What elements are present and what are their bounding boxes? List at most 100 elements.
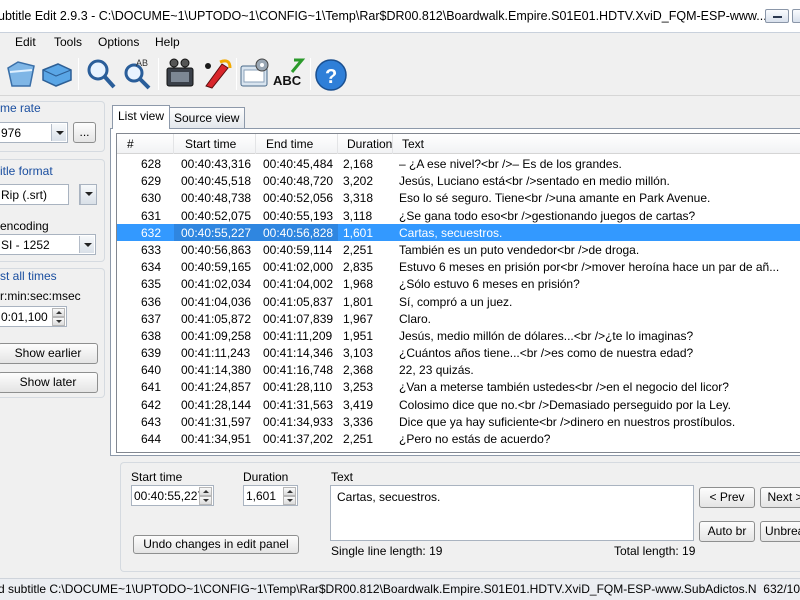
column-number[interactable]: # bbox=[117, 134, 174, 154]
minimize-button[interactable] bbox=[765, 9, 789, 23]
table-row[interactable]: 638 00:41:09,258 00:41:11,209 1,951 Jesús, m… bbox=[117, 327, 800, 344]
total-length: Total length: 19 bbox=[614, 544, 696, 558]
cell-number: 637 bbox=[141, 311, 162, 326]
cell-start-time: 00:41:34,951 bbox=[181, 432, 252, 446]
cell-start-time: 00:40:48,738 bbox=[181, 191, 252, 206]
cell-duration: 3,253 bbox=[343, 380, 374, 395]
cell-start-time: 00:41:28,144 bbox=[181, 397, 252, 412]
cell-number: 643 bbox=[141, 414, 162, 429]
spin-up-button[interactable] bbox=[199, 487, 212, 496]
cell-text: Eso lo sé seguro. Tiene<br />una amante … bbox=[399, 191, 711, 206]
cell-start-time: 00:41:02,034 bbox=[181, 277, 252, 292]
subtitle-list[interactable]: # Start time End time Duration Text 628 0… bbox=[116, 133, 800, 453]
column-text[interactable]: Text bbox=[393, 134, 800, 154]
cell-end-time: 00:41:04,002 bbox=[263, 277, 334, 292]
spin-up-button[interactable] bbox=[52, 308, 65, 317]
subtitle-text-input[interactable]: Cartas, secuestros. bbox=[330, 485, 694, 541]
tab-source-view[interactable]: Source view bbox=[168, 107, 246, 128]
prev-button[interactable]: < Prev bbox=[699, 487, 755, 508]
spell-check-button[interactable]: ABC bbox=[272, 56, 306, 92]
table-row[interactable]: 633 00:40:56,863 00:40:59,114 2,251 También … bbox=[117, 241, 800, 258]
tab-list-view[interactable]: List view bbox=[112, 105, 171, 129]
menu-edit[interactable]: Edit bbox=[15, 35, 36, 49]
table-row[interactable]: 629 00:40:45,518 00:40:48,720 3,202 Jesús, L… bbox=[117, 172, 800, 189]
open-button[interactable] bbox=[4, 56, 38, 92]
cell-end-time: 00:40:56,828 bbox=[263, 225, 334, 240]
visual-sync-icon bbox=[166, 58, 194, 87]
cell-end-time: 00:40:55,193 bbox=[263, 208, 334, 223]
cell-end-time: 00:41:31,563 bbox=[263, 397, 334, 412]
spin-up-button[interactable] bbox=[283, 487, 296, 496]
table-row[interactable]: 637 00:41:05,872 00:41:07,839 1,967 Claro. bbox=[117, 310, 800, 327]
left-panel: me rate 976 ... itle format Rip (.srt) e… bbox=[0, 96, 107, 578]
table-row[interactable]: 643 00:41:31,597 00:41:34,933 3,336 Dice que… bbox=[117, 413, 800, 430]
table-row[interactable]: 640 00:41:14,380 00:41:16,748 2,368 22, 23 q… bbox=[117, 361, 800, 378]
show-earlier-button[interactable]: Show earlier bbox=[0, 343, 98, 364]
settings-button[interactable] bbox=[238, 56, 272, 92]
help-button[interactable]: ? bbox=[314, 56, 348, 92]
cell-text: Claro. bbox=[399, 311, 432, 326]
column-end-time[interactable]: End time bbox=[256, 134, 338, 154]
column-start-time[interactable]: Start time bbox=[174, 134, 256, 154]
cell-duration: 2,835 bbox=[343, 260, 374, 275]
fix-common-errors-button[interactable] bbox=[200, 56, 234, 92]
table-row[interactable]: 632 00:40:55,227 00:40:56,828 1,601 Cartas, … bbox=[117, 223, 800, 241]
cell-end-time: 00:41:16,748 bbox=[263, 363, 334, 378]
maximize-button[interactable] bbox=[792, 9, 800, 23]
duration-value: 1,601 bbox=[246, 489, 277, 503]
table-row[interactable]: 628 00:40:43,316 00:40:45,484 2,168 – ¿A ese… bbox=[117, 155, 800, 172]
start-time-input[interactable]: 00:40:55,227 bbox=[131, 485, 214, 506]
cell-text: Dice que ya hay suficiente<br />dinero e… bbox=[399, 414, 736, 429]
frame-rate-select[interactable]: 976 bbox=[0, 122, 68, 143]
spin-down-button[interactable] bbox=[283, 496, 296, 505]
save-button[interactable] bbox=[40, 56, 74, 92]
cell-duration: 2,168 bbox=[343, 157, 374, 171]
table-row[interactable]: 635 00:41:02,034 00:41:04,002 1,968 ¿Sólo es… bbox=[117, 275, 800, 292]
adjust-time-spinner[interactable]: 0:01,100 bbox=[0, 306, 67, 327]
table-row[interactable]: 631 00:40:52,075 00:40:55,193 3,118 ¿Se gana… bbox=[117, 207, 800, 224]
auto-br-button[interactable]: Auto br bbox=[699, 521, 755, 542]
cell-start-time: 00:41:04,036 bbox=[181, 294, 252, 309]
table-row[interactable]: 642 00:41:28,144 00:41:31,563 3,419 Colosimo… bbox=[117, 396, 800, 413]
menu-options[interactable]: Options bbox=[98, 35, 139, 49]
subtitle-format-select[interactable]: Rip (.srt) bbox=[0, 184, 69, 205]
table-row[interactable]: 636 00:41:04,036 00:41:05,837 1,801 Sí, comp… bbox=[117, 293, 800, 310]
cell-duration: 1,967 bbox=[343, 311, 374, 326]
visual-sync-button[interactable] bbox=[164, 56, 198, 92]
cell-text: ¿Cuántos años tiene...<br />es como de n… bbox=[399, 346, 694, 361]
menu-help[interactable]: Help bbox=[155, 35, 180, 49]
chevron-up-icon bbox=[287, 490, 293, 493]
encoding-dropdown[interactable] bbox=[79, 236, 94, 253]
chevron-up-icon bbox=[56, 311, 62, 314]
cell-number: 639 bbox=[141, 346, 162, 361]
svg-text:?: ? bbox=[325, 66, 337, 88]
table-row[interactable]: 641 00:41:24,857 00:41:28,110 3,253 ¿Van a m… bbox=[117, 378, 800, 395]
cell-end-time: 00:41:34,933 bbox=[263, 414, 334, 429]
frame-rate-dropdown[interactable] bbox=[51, 124, 66, 141]
cell-text: Colosimo dice que no.<br />Demasiado per… bbox=[399, 397, 731, 412]
subtitle-text-value: Cartas, secuestros. bbox=[337, 490, 441, 504]
replace-button[interactable]: AB bbox=[120, 56, 154, 92]
table-row[interactable]: 644 00:41:34,951 00:41:37,202 2,251 ¿Pero no… bbox=[117, 430, 800, 447]
menu-tools[interactable]: Tools bbox=[54, 35, 82, 49]
subtitle-format-dropdown[interactable] bbox=[79, 184, 97, 205]
cell-end-time: 00:40:48,720 bbox=[263, 174, 334, 189]
table-row[interactable]: 639 00:41:11,243 00:41:14,346 3,103 ¿Cuántos… bbox=[117, 344, 800, 361]
table-row[interactable]: 630 00:40:48,738 00:40:52,056 3,318 Eso lo s… bbox=[117, 189, 800, 206]
show-later-button[interactable]: Show later bbox=[0, 372, 98, 393]
cell-number: 638 bbox=[141, 328, 162, 343]
frame-rate-browse-button[interactable]: ... bbox=[73, 122, 96, 143]
next-button[interactable]: Next > bbox=[760, 487, 800, 508]
spin-down-button[interactable] bbox=[52, 317, 65, 326]
cell-text: – ¿A ese nivel?<br />– Es de los grandes… bbox=[399, 157, 622, 171]
table-row[interactable]: 634 00:40:59,165 00:41:02,000 2,835 Estuvo 6… bbox=[117, 258, 800, 275]
find-button[interactable] bbox=[84, 56, 118, 92]
encoding-select[interactable]: SI - 1252 bbox=[0, 234, 96, 255]
subtitle-format-title: itle format bbox=[0, 164, 53, 178]
spin-down-button[interactable] bbox=[199, 496, 212, 505]
unbreak-button[interactable]: Unbrea bbox=[760, 521, 800, 542]
undo-changes-button[interactable]: Undo changes in edit panel bbox=[133, 535, 299, 554]
column-duration[interactable]: Duration bbox=[338, 134, 393, 154]
duration-input[interactable]: 1,601 bbox=[243, 485, 298, 506]
cell-end-time: 00:41:07,839 bbox=[263, 311, 334, 326]
